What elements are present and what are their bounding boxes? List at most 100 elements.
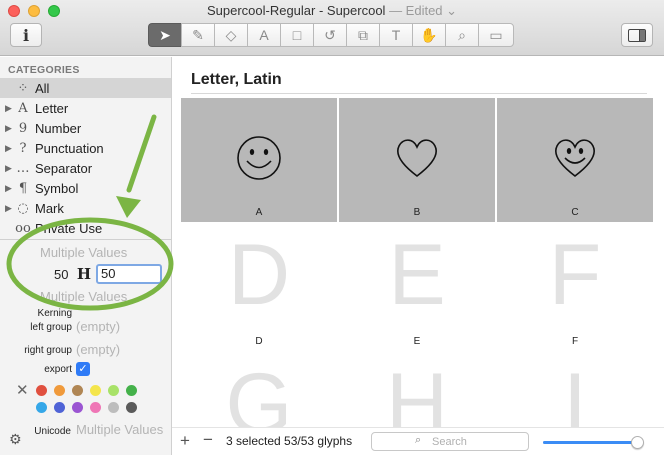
rotate-icon[interactable]: ↺: [313, 23, 346, 47]
zoom-icon[interactable]: ⌕: [445, 23, 478, 47]
title-rule: [191, 93, 647, 94]
glyph-preview: D: [227, 227, 291, 323]
select-arrow-icon[interactable]: ➤: [148, 23, 181, 47]
symbol-icon: ¶: [18, 180, 28, 196]
clear-color-icon[interactable]: ✕: [16, 381, 29, 399]
sidebar-toggle-button[interactable]: [621, 23, 653, 47]
color-swatch[interactable]: [90, 385, 101, 396]
pen-tool-icon[interactable]: ✎: [181, 23, 214, 47]
search-input[interactable]: [432, 434, 522, 449]
left-group-field[interactable]: (empty): [76, 319, 120, 334]
window-title-text: Supercool-Regular - Supercool: [206, 3, 386, 18]
disclosure-triangle-icon[interactable]: ▶: [0, 183, 14, 194]
window-title: Supercool-Regular - Supercool — Edited ⌄: [0, 3, 664, 19]
add-glyph-button[interactable]: +: [180, 431, 190, 451]
color-swatch[interactable]: [108, 385, 119, 396]
glyph-cell[interactable]: G: [181, 356, 337, 436]
right-group-field[interactable]: (empty): [76, 342, 120, 357]
categories-heading: CATEGORIES: [8, 64, 80, 76]
sidebar-item-number[interactable]: ▶ 9 Number: [0, 118, 171, 138]
text-tool-icon[interactable]: T: [379, 23, 412, 47]
sidebar-item-private-use[interactable]: oo Private Use: [0, 218, 171, 238]
left-group-label: left group: [30, 322, 72, 333]
sidebar-item-label: Number: [35, 120, 82, 136]
sidebar-item-symbol[interactable]: ▶ ¶ Symbol: [0, 178, 171, 198]
glasses-icon: oo: [15, 220, 31, 236]
sidebar-item-mark[interactable]: ▶ ◌ Mark: [0, 198, 171, 218]
glyph-cell[interactable]: H: [339, 356, 495, 436]
glyph-cell[interactable]: FF: [497, 227, 653, 351]
color-swatch[interactable]: [54, 385, 65, 396]
export-checkbox[interactable]: ✓: [76, 362, 90, 376]
glyph-cell[interactable]: DD: [181, 227, 337, 351]
smiley-face-icon: [237, 136, 281, 180]
color-swatch[interactable]: [126, 385, 137, 396]
hand-tool-icon[interactable]: ✋: [412, 23, 445, 47]
glyph-grid-area: Letter, Latin ABCDDEEFFGHI + − 3 selecte…: [172, 57, 664, 455]
right-group-label: right group: [24, 345, 72, 356]
heart-icon: [397, 139, 437, 178]
category-title: Letter, Latin: [191, 71, 282, 88]
glyph-name-label: E: [413, 336, 421, 347]
sidebar-item-all[interactable]: ⁘ All: [0, 78, 171, 98]
sidebar-item-letter[interactable]: ▶ A Letter: [0, 98, 171, 118]
right-metric-field[interactable]: 50: [96, 264, 162, 284]
left-metric-value[interactable]: 50: [54, 267, 68, 282]
disclosure-triangle-icon[interactable]: ▶: [0, 123, 14, 134]
disclosure-triangle-icon[interactable]: ▶: [0, 203, 14, 214]
sidebar-toggle-icon: [628, 28, 646, 42]
tool-palette: ➤ ✎ ◇ A □ ↺ ⧉ T ✋ ⌕ ▭: [148, 23, 514, 47]
glyph-preview: G: [225, 356, 293, 436]
glyph-preview: H: [385, 356, 449, 436]
glyph-name-label: F: [571, 336, 579, 347]
zoom-slider-knob[interactable]: [631, 436, 645, 449]
number-icon: 9: [18, 120, 28, 136]
letter-icon: A: [18, 100, 28, 116]
glyph-cell[interactable]: C: [497, 98, 653, 222]
color-swatch[interactable]: [90, 402, 101, 413]
glyph-cell[interactable]: EE: [339, 227, 495, 351]
info-button[interactable]: i: [10, 23, 42, 47]
eraser-icon[interactable]: ◇: [214, 23, 247, 47]
unicode-field[interactable]: Multiple Values: [76, 422, 163, 437]
measure-icon[interactable]: ▭: [478, 23, 514, 47]
multiple-values-top: Multiple Values: [40, 245, 128, 260]
color-swatch[interactable]: [108, 402, 119, 413]
rectangle-icon[interactable]: □: [280, 23, 313, 47]
sidebar-item-label: Separator: [35, 160, 93, 176]
glyph-cell[interactable]: B: [339, 98, 495, 222]
search-box[interactable]: ⌕: [371, 432, 529, 451]
disclosure-triangle-icon[interactable]: ▶: [0, 163, 14, 174]
color-swatch[interactable]: [126, 402, 137, 413]
remove-glyph-button[interactable]: −: [203, 430, 213, 450]
export-label: export: [44, 364, 72, 375]
sidebar-item-label: Letter: [35, 100, 69, 116]
sidebar-item-punctuation[interactable]: ▶? Punctuation: [0, 138, 171, 158]
disclosure-triangle-icon[interactable]: ▶: [0, 143, 14, 154]
color-swatch[interactable]: [54, 402, 65, 413]
shape-text-icon[interactable]: A: [247, 23, 280, 47]
glyph-cell[interactable]: A: [181, 98, 337, 222]
glyph-preview: I: [563, 356, 587, 436]
sidebar-item-label: Private Use: [35, 220, 103, 236]
glyph-name-label: D: [255, 336, 263, 347]
sidebar-item-separator[interactable]: ▶… Separator: [0, 158, 171, 178]
color-swatch[interactable]: [36, 385, 47, 396]
glyph-name-label: A: [255, 207, 263, 218]
title-bar: Supercool-Regular - Supercool — Edited ⌄…: [0, 0, 664, 56]
zoom-slider[interactable]: [543, 436, 645, 449]
scale-icon[interactable]: ⧉: [346, 23, 379, 47]
color-swatch[interactable]: [72, 385, 83, 396]
disclosure-triangle-icon[interactable]: ▶: [0, 103, 14, 114]
color-swatch[interactable]: [72, 402, 83, 413]
sidebar-item-label: Symbol: [35, 180, 79, 196]
separator-icon: …: [16, 160, 30, 176]
color-swatch[interactable]: [36, 402, 47, 413]
kerning-link-icon[interactable]: H: [73, 264, 95, 284]
glyph-preview: E: [388, 227, 446, 323]
sidebar-item-label: Mark: [35, 200, 64, 216]
edited-indicator[interactable]: — Edited ⌄: [389, 3, 457, 18]
glyph-cell[interactable]: I: [497, 356, 653, 436]
selection-status: 3 selected 53/53 glyphs: [226, 434, 353, 448]
sidebar: CATEGORIES ⁘ All ▶ A Letter ▶ 9 Number ▶? Punctua…: [0, 57, 172, 455]
